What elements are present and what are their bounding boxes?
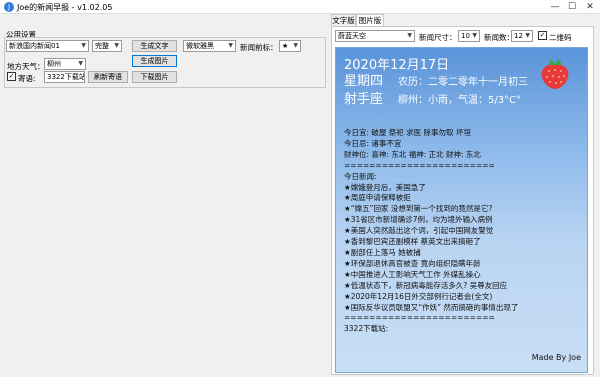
chevron-down-icon: ▼: [78, 60, 83, 67]
strawberry-icon: [541, 59, 569, 89]
preview-news-body: 今日宜: 破屋 祭祀 求医 除事勿取 坏垣 今日忌: 诸事不宜 财神位: 喜神:…: [344, 128, 584, 335]
news-source-value: 新浪国内新闻01: [9, 42, 60, 50]
preview-line: ★国际反华议员联盟又“作妖” 然而搞砸的事情出现了: [344, 302, 519, 312]
preview-line: ★2020年12月16日外交部例行记者会(全文): [344, 291, 493, 301]
chevron-down-icon: ▼: [81, 42, 86, 49]
close-button[interactable]: ✕: [581, 0, 599, 14]
chevron-down-icon: ▼: [525, 32, 530, 39]
preview-line: ★嫦娥登月后，美国急了: [344, 182, 426, 192]
news-prefix-select[interactable]: ★ ▼: [279, 40, 301, 52]
font-select[interactable]: 微软雅黑 ▼: [183, 40, 236, 52]
maximize-button[interactable]: ☐: [563, 0, 581, 14]
app-icon: J: [4, 2, 14, 12]
preview-line: ★美国人突然敲出这个词，引起中国网友警觉: [344, 226, 494, 236]
window-title: Joe的新闻早报 - v1.02.05: [17, 3, 113, 12]
background-style-value: 蔚蓝天空: [338, 32, 366, 40]
news-image-preview: 2020年12月17日 星期四 农历：二零二零年十一月初三 射手座 柳州：小雨，…: [335, 47, 588, 373]
preview-line: ★香到黎巴宾还副模样 蔡英文出来搞砸了: [344, 237, 481, 247]
preview-lunar-date: 农历：二零二零年十一月初三: [398, 77, 528, 88]
news-size-select[interactable]: 10 ▼: [458, 30, 480, 42]
preview-footer: Made By Joe: [531, 353, 581, 362]
preview-line: 今日新闻:: [344, 171, 377, 181]
quote-label: 寄语:: [18, 74, 36, 83]
preview-line: ★“嫦五”回家 没想到第一个找到的竟然是它?: [344, 204, 493, 214]
preview-line: ★31省区市新增确诊7例，均为境外输入病例: [344, 215, 493, 225]
city-select[interactable]: 柳州 ▼: [44, 58, 86, 70]
news-count-label: 新闻数：: [484, 33, 514, 42]
preview-line: ★副部任上落马 她被捕: [344, 247, 421, 257]
news-count-select[interactable]: 12 ▼: [511, 30, 533, 42]
news-size-value: 10: [461, 32, 470, 40]
news-source-select[interactable]: 新浪国内新闻01 ▼: [6, 40, 89, 52]
news-size-label: 新闻尺寸：: [419, 33, 457, 42]
chevron-down-icon: ▼: [407, 32, 412, 39]
generate-text-button[interactable]: 生成文字: [132, 40, 177, 52]
quote-input[interactable]: 3322下载站: [44, 71, 85, 83]
tab-image-version[interactable]: 图片版: [356, 14, 384, 26]
preview-line: 财神位: 喜神: 东北 福神: 正北 财神: 东北: [344, 149, 481, 159]
local-weather-label: 地方天气：: [7, 62, 45, 71]
preview-line: 今日忌: 诸事不宜: [344, 138, 402, 148]
download-image-button[interactable]: 下载图片: [132, 71, 177, 83]
preview-line: 今日宜: 破屋 祭祀 求医 除事勿取 坏垣: [344, 128, 471, 137]
chevron-down-icon: ▼: [472, 32, 477, 39]
preview-line: ========================: [344, 160, 495, 170]
news-prefix-value: ★: [282, 42, 289, 50]
chevron-down-icon: ▼: [228, 42, 233, 49]
minimize-button[interactable]: —: [546, 0, 564, 14]
refresh-quote-button[interactable]: 刷新寄语: [88, 71, 128, 83]
city-value: 柳州: [47, 60, 61, 68]
preview-line: ★中国推进人工影响天气工作 外媒乱操心: [344, 269, 481, 279]
qrcode-checkbox[interactable]: ✓: [538, 31, 547, 40]
background-style-select[interactable]: 蔚蓝天空 ▼: [335, 30, 415, 42]
news-mode-value: 完整: [95, 42, 109, 50]
quote-checkbox[interactable]: ✓: [7, 72, 16, 81]
news-mode-select[interactable]: 完整 ▼: [92, 40, 122, 52]
tab-text-version[interactable]: 文字版: [331, 14, 356, 26]
preview-line: ★低温状态下，新冠病毒能存活多久? 吴尊友回应: [344, 280, 508, 290]
preview-line: ★环保部退休高官被查 竟向组织隐瞒年龄: [344, 258, 481, 268]
preview-line: ========================: [344, 313, 495, 323]
generate-image-button[interactable]: 生成图片: [132, 55, 177, 67]
preview-line: ★周庭申请保释被拒: [344, 193, 411, 203]
preview-line: 3322下载站:: [344, 324, 389, 334]
preview-zodiac: 射手座: [344, 92, 384, 107]
news-prefix-label: 新闻前标：: [240, 43, 278, 52]
chevron-down-icon: ▼: [293, 42, 298, 49]
chevron-down-icon: ▼: [114, 42, 119, 49]
qrcode-label: 二维码: [549, 33, 572, 42]
title-bar: J Joe的新闻早报 - v1.02.05 — ☐ ✕: [0, 0, 600, 14]
preview-weekday: 星期四: [344, 74, 384, 89]
preview-weather: 柳州：小雨，气温：5/3°C°: [398, 95, 522, 106]
font-value: 微软雅黑: [186, 42, 214, 50]
news-count-value: 12: [514, 32, 523, 40]
